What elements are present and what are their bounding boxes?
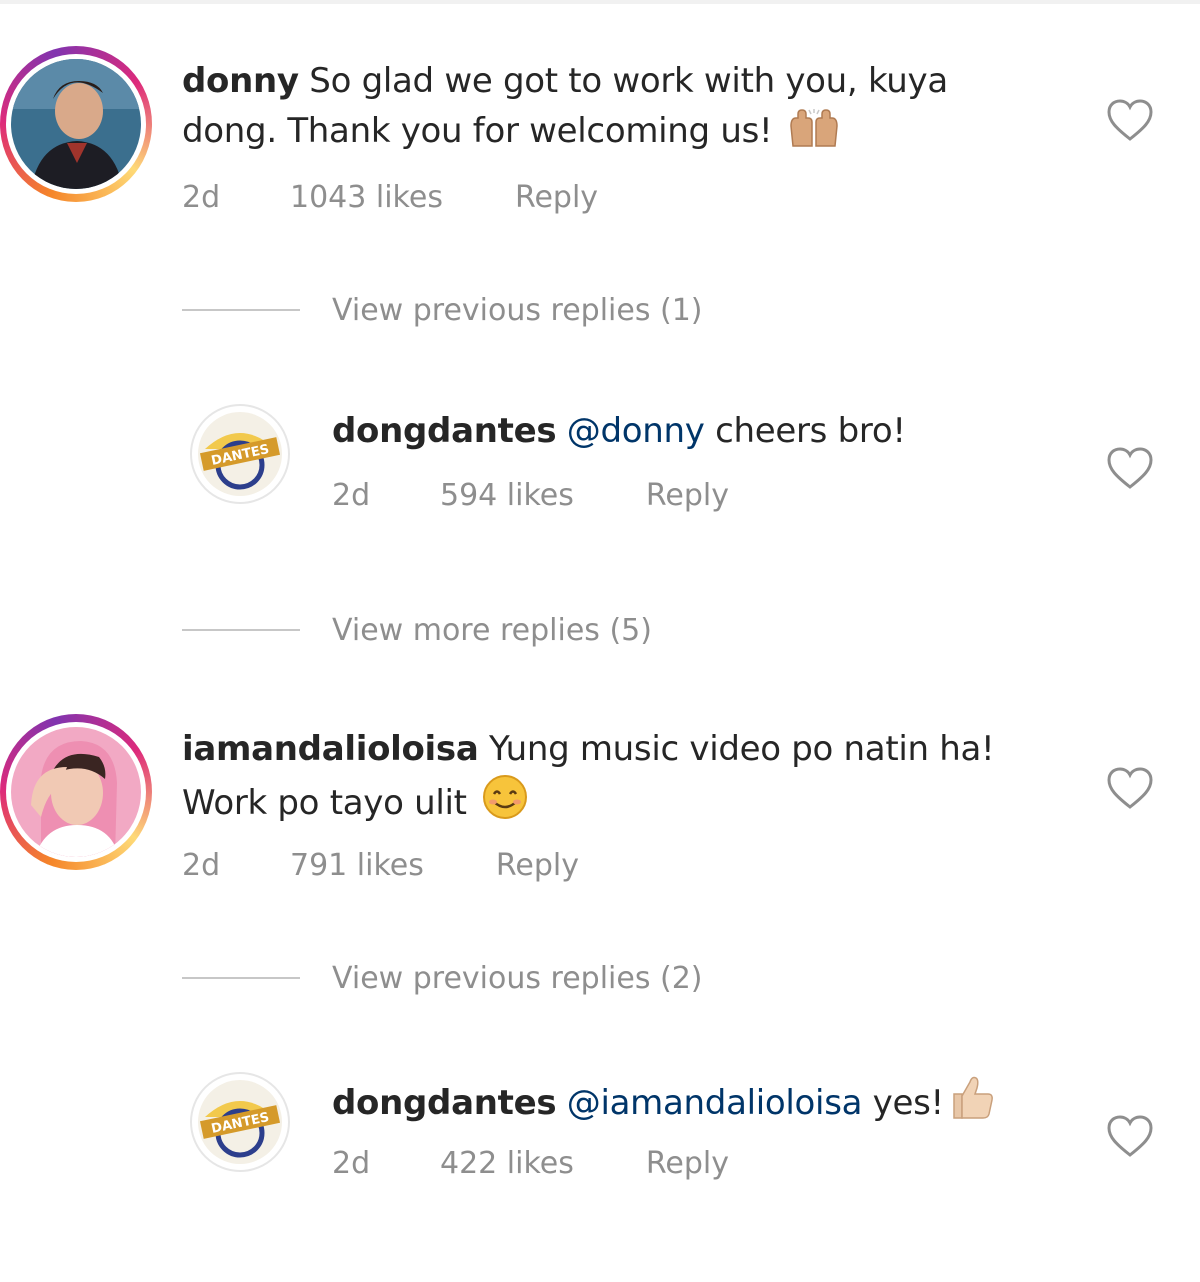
view-replies-label: View previous replies (2) (332, 960, 703, 996)
reply-body: dongdantes @iamandalioloisa yes! (332, 1074, 1092, 1134)
reply-time: 2d (332, 478, 371, 513)
comment-username[interactable]: donny (182, 61, 299, 101)
comment-username[interactable]: iamandalioloisa (182, 729, 479, 769)
comment-likes[interactable]: 791 likes (290, 846, 424, 886)
heart-icon[interactable] (1106, 98, 1154, 142)
profile-photo-icon (11, 727, 141, 857)
reply-button[interactable]: Reply (515, 178, 598, 218)
mention-link[interactable]: @donny (567, 411, 705, 451)
avatar[interactable] (0, 714, 152, 870)
comment-time: 2d (182, 848, 221, 883)
reply-likes[interactable]: 594 likes (440, 476, 574, 516)
heart-icon[interactable] (1106, 1114, 1154, 1158)
reply-text: cheers bro! (715, 411, 906, 451)
view-previous-replies-button[interactable]: View previous replies (2) (182, 958, 703, 998)
heart-icon[interactable] (1106, 766, 1154, 810)
top-divider (0, 0, 1200, 4)
comment-body: iamandalioloisa Yung music video po nati… (182, 724, 1002, 834)
avatar[interactable] (0, 46, 152, 202)
replies-divider (182, 629, 300, 631)
raising-hands-icon (787, 108, 841, 162)
reply-button[interactable]: Reply (646, 476, 729, 516)
avatar[interactable]: DANTES (190, 404, 290, 504)
reply-meta: 2d 422 likes Reply (332, 1144, 729, 1184)
replies-divider (182, 309, 300, 311)
thumbs-up-icon (948, 1074, 996, 1134)
reply-button[interactable]: Reply (646, 1144, 729, 1184)
reply-text: yes! (872, 1083, 944, 1123)
reply-likes[interactable]: 422 likes (440, 1144, 574, 1184)
view-replies-label: View previous replies (1) (332, 292, 703, 328)
reply-button[interactable]: Reply (496, 846, 579, 886)
view-more-replies-label: View more replies (5) (332, 612, 652, 648)
profile-photo-icon (11, 59, 141, 189)
reply-username[interactable]: dongdantes (332, 1083, 557, 1123)
comment-likes[interactable]: 1043 likes (290, 178, 443, 218)
mention-link[interactable]: @iamandalioloisa (567, 1083, 863, 1123)
comment-body: donny So glad we got to work with you, k… (182, 56, 1002, 162)
comment-meta: 2d 1043 likes Reply (182, 178, 598, 218)
reply-body: dongdantes @donny cheers bro! (332, 406, 1032, 456)
comment-meta: 2d 791 likes Reply (182, 846, 579, 886)
dantes-logo-icon: DANTES (198, 1080, 282, 1164)
reply-meta: 2d 594 likes Reply (332, 476, 729, 516)
heart-icon[interactable] (1106, 446, 1154, 490)
replies-divider (182, 977, 300, 979)
smiling-face-icon (481, 774, 529, 834)
reply-time: 2d (332, 1146, 371, 1181)
avatar[interactable]: DANTES (190, 1072, 290, 1172)
comment-time: 2d (182, 180, 221, 215)
view-previous-replies-button[interactable]: View previous replies (1) (182, 290, 703, 330)
reply-username[interactable]: dongdantes (332, 411, 557, 451)
dantes-logo-icon: DANTES (198, 412, 282, 496)
view-more-replies-button[interactable]: View more replies (5) (182, 610, 652, 650)
